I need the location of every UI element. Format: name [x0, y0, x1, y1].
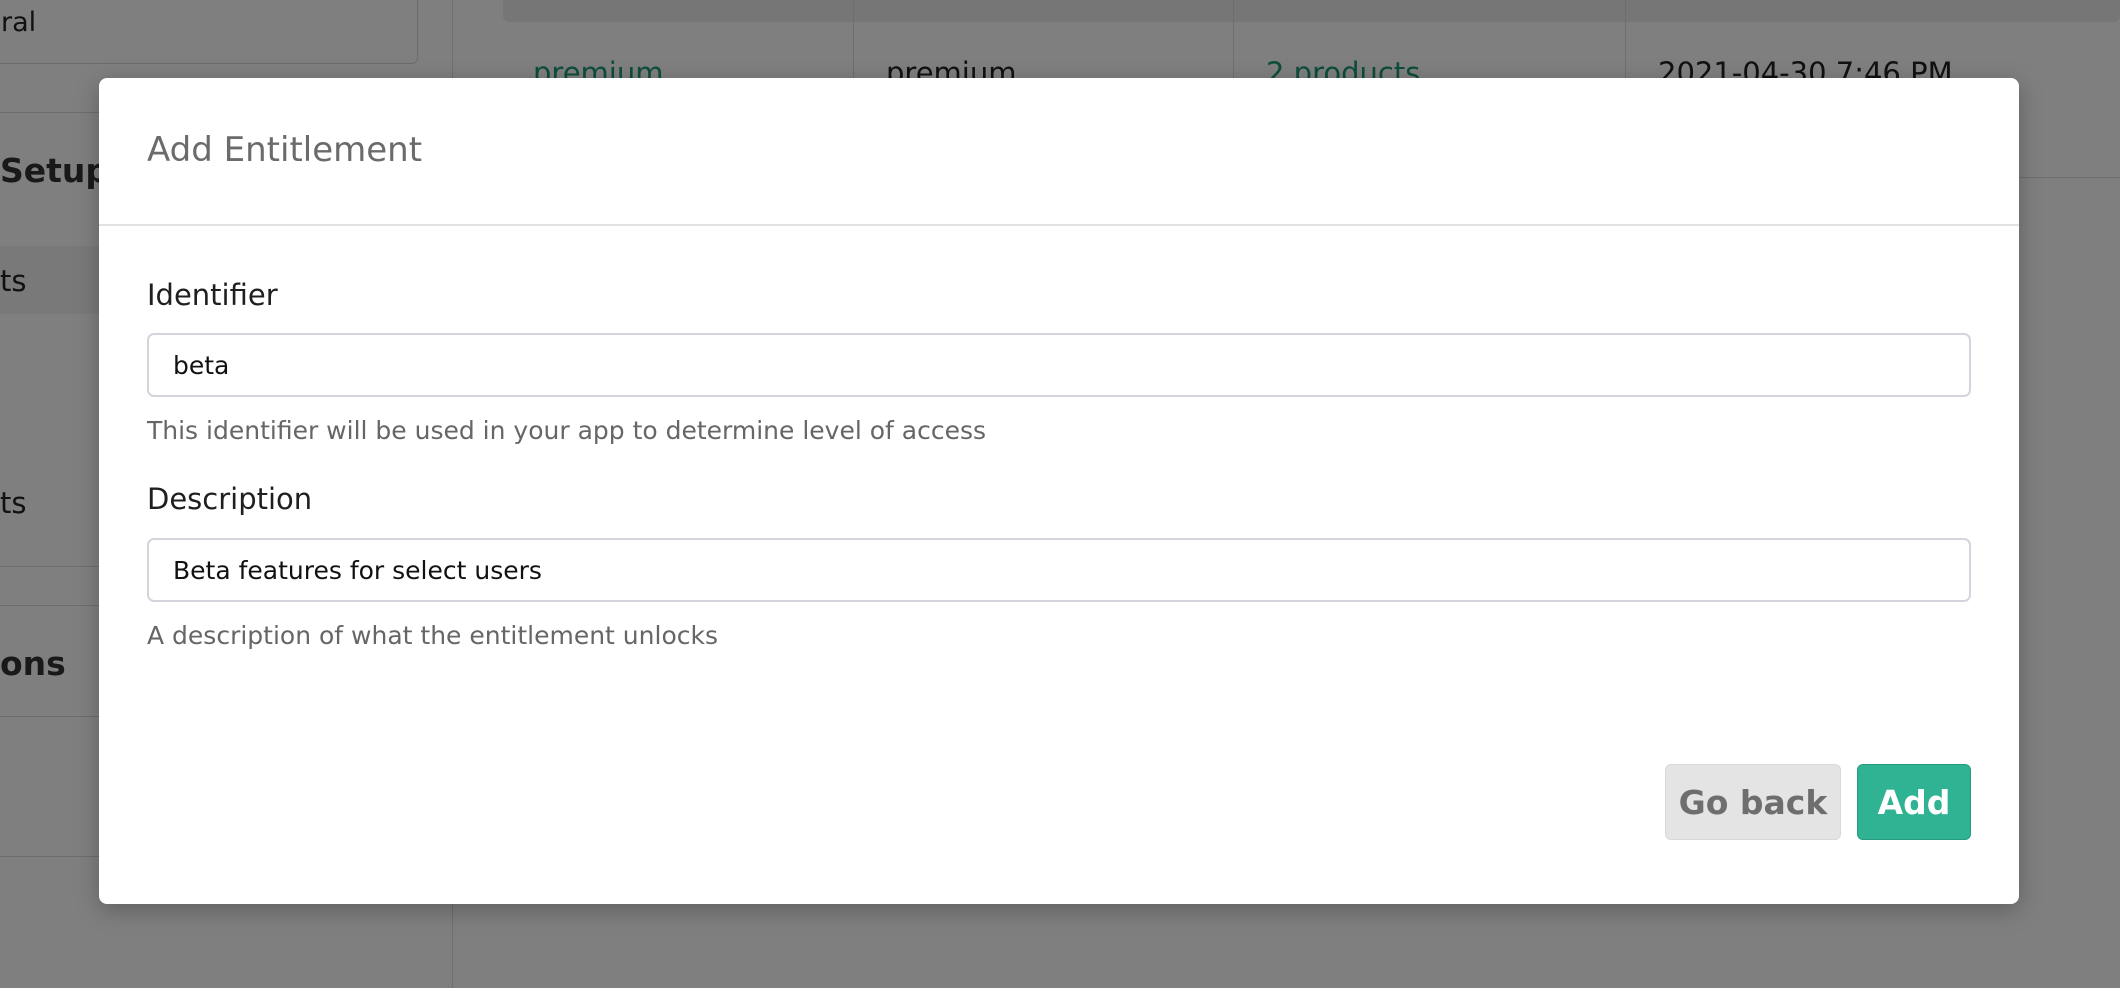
modal-header-divider: [99, 224, 2019, 226]
go-back-button[interactable]: Go back: [1665, 764, 1841, 840]
description-helper-text: A description of what the entitlement un…: [147, 621, 718, 650]
app-root: ral Setup ts ts ons premium premium 2 pr…: [0, 0, 2120, 988]
description-input[interactable]: [147, 538, 1971, 602]
add-button[interactable]: Add: [1857, 764, 1971, 840]
modal-title: Add Entitlement: [147, 130, 423, 170]
description-label: Description: [147, 482, 313, 516]
identifier-input[interactable]: [147, 333, 1971, 397]
add-entitlement-modal: Add Entitlement Identifier This identifi…: [99, 78, 2019, 904]
identifier-helper-text: This identifier will be used in your app…: [147, 416, 987, 445]
identifier-label: Identifier: [147, 278, 278, 312]
